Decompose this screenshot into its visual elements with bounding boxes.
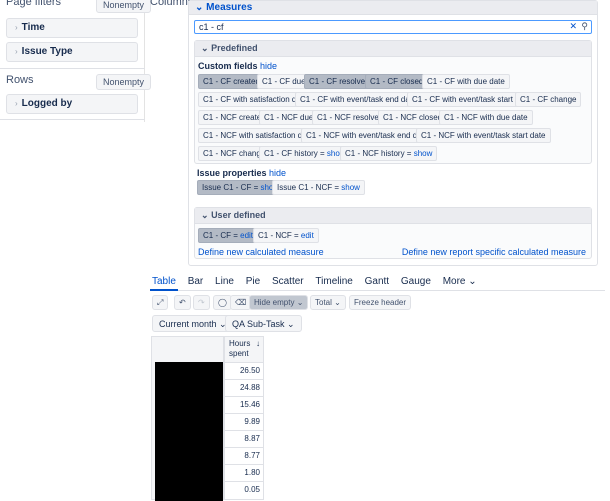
define-report-measure-link[interactable]: Define new report specific calculated me…	[402, 247, 586, 257]
measure-chip[interactable]: C1 - CF closed	[365, 74, 429, 89]
hide-empty-button[interactable]: Hide empty ⌄	[249, 295, 309, 310]
measure-chip-history[interactable]: C1 - CF history = show	[259, 146, 351, 161]
fullscreen-icon[interactable]: ⤢	[152, 295, 169, 310]
total-button[interactable]: Total ⌄	[310, 295, 346, 310]
column-header-label: Hours spent	[229, 339, 251, 358]
search-value: c1 - cf	[199, 22, 224, 32]
clear-icon[interactable]: ✕	[569, 21, 577, 32]
chevron-down-icon: ⌄	[296, 298, 304, 307]
column-header[interactable]: Hours spent ↓	[224, 336, 264, 363]
divider	[0, 68, 145, 69]
page-filter-time[interactable]: › Time	[6, 18, 138, 38]
measure-chip[interactable]: C1 - NCF with event/task start date	[416, 128, 551, 143]
tab-more[interactable]: More ⌄	[443, 276, 477, 287]
chevron-right-icon: ›	[15, 23, 18, 32]
filter-select[interactable]: QA Sub-Task ⌄	[225, 315, 302, 332]
chevron-down-icon: ⌄	[201, 43, 209, 53]
redo-icon[interactable]: ↷	[193, 295, 210, 310]
page-filters-nonempty-button[interactable]: Nonempty	[96, 0, 152, 13]
report-table: Hours spent ↓ 26.50 24.88 15.46 9.89 8.8…	[151, 336, 264, 501]
measure-chip[interactable]: C1 - CF resolved	[304, 74, 375, 89]
table-cell: 8.77	[224, 448, 264, 465]
predefined-section: ⌄ Predefined Custom fields hide C1 - CF …	[194, 40, 592, 164]
measure-chip[interactable]: C1 - NCF closed	[378, 110, 448, 125]
freeze-header-button[interactable]: Freeze header	[349, 295, 412, 310]
measures-header[interactable]: ⌄ Measures	[189, 1, 597, 15]
tab-gantt[interactable]: Gantt	[365, 276, 389, 287]
custom-fields-label: Custom fields hide	[198, 61, 278, 71]
search-icon: ⚲	[581, 21, 588, 31]
rows-nonempty-button[interactable]: Nonempty	[96, 74, 152, 90]
period-select[interactable]: Current month ⌄	[152, 315, 234, 332]
measure-chip[interactable]: C1 - CF created	[198, 74, 265, 89]
tab-gauge[interactable]: Gauge	[401, 276, 431, 287]
table-cell: 26.50	[224, 363, 264, 380]
measure-chip[interactable]: C1 - NCF due	[259, 110, 319, 125]
page-filter-issue-type[interactable]: › Issue Type	[6, 42, 138, 62]
chevron-down-icon: ⌄	[201, 210, 209, 220]
sort-arrow-icon[interactable]: ↓	[256, 339, 260, 349]
table-cell: 8.87	[224, 431, 264, 448]
measure-chip[interactable]: C1 - CF due	[257, 74, 311, 89]
measure-chip[interactable]: C1 - CF with event/task end date	[295, 92, 422, 107]
chevron-right-icon: ›	[15, 47, 18, 56]
tab-divider	[150, 290, 605, 291]
tab-table[interactable]: Table	[152, 276, 176, 287]
measures-search-input[interactable]: c1 - cf ✕ ⚲	[194, 20, 592, 34]
table-cell: 15.46	[224, 397, 264, 414]
measure-chip-history[interactable]: C1 - NCF history = show	[340, 146, 438, 161]
tab-line[interactable]: Line	[215, 276, 234, 287]
chevron-down-icon: ⌄	[195, 2, 204, 13]
predefined-header[interactable]: ⌄ Predefined	[195, 41, 591, 57]
user-defined-section: ⌄ User defined C1 - CF = edit C1 - NCF =…	[194, 207, 592, 259]
user-measure-chip[interactable]: C1 - CF = edit	[198, 228, 259, 243]
measures-title: Measures	[206, 2, 253, 13]
columns-label: Columns	[150, 0, 194, 8]
left-panel: Page filters Nonempty › Time › Issue Type …	[0, 0, 152, 122]
measure-chip[interactable]: C1 - CF change	[515, 92, 582, 107]
page-filters-label: Page filters	[6, 0, 62, 8]
measures-panel: ⌄ Measures c1 - cf ✕ ⚲ ⌄ Predefined Cust…	[188, 0, 598, 266]
measure-chip[interactable]: C1 - NCF resolved	[312, 110, 389, 125]
chevron-down-icon: ⌄	[468, 276, 477, 287]
tab-scatter[interactable]: Scatter	[272, 276, 304, 287]
chevron-down-icon: ⌄	[334, 298, 341, 307]
tab-timeline[interactable]: Timeline	[315, 276, 352, 287]
chevron-down-icon: ⌄	[287, 319, 295, 329]
user-defined-header[interactable]: ⌄ User defined	[195, 208, 591, 224]
divider	[0, 119, 145, 120]
measure-chip[interactable]: C1 - NCF with event/task end date	[301, 128, 434, 143]
issue-property-chip[interactable]: Issue C1 - NCF = show	[272, 180, 365, 195]
custom-fields-hide-link[interactable]: hide	[260, 61, 277, 71]
user-defined-title: User defined	[211, 210, 266, 220]
view-tabs: Table Bar Line Pie Scatter Timeline Gant…	[152, 276, 486, 290]
active-tab-indicator	[150, 289, 178, 291]
tab-pie[interactable]: Pie	[246, 276, 260, 287]
redacted-block	[155, 362, 223, 501]
table-cell: 1.80	[224, 465, 264, 482]
measure-chip[interactable]: C1 - NCF with due date	[439, 110, 533, 125]
user-measure-chip[interactable]: C1 - NCF = edit	[253, 228, 319, 243]
table-cell: 9.89	[224, 414, 264, 431]
issue-properties-hide-link[interactable]: hide	[269, 168, 286, 178]
row-field-logged-by[interactable]: › Logged by	[6, 94, 138, 114]
rows-label: Rows	[6, 74, 34, 86]
predefined-title: Predefined	[211, 43, 258, 53]
row-header-column	[151, 336, 224, 501]
table-cell: 24.88	[224, 380, 264, 397]
undo-icon[interactable]: ↶	[174, 295, 191, 310]
define-new-measure-link[interactable]: Define new calculated measure	[198, 247, 324, 257]
table-cell: 0.05	[224, 482, 264, 500]
tab-bar[interactable]: Bar	[188, 276, 204, 287]
issue-properties-label: Issue properties hide	[197, 168, 287, 178]
chevron-right-icon: ›	[15, 99, 18, 108]
measure-chip[interactable]: C1 - CF with due date	[422, 74, 510, 89]
